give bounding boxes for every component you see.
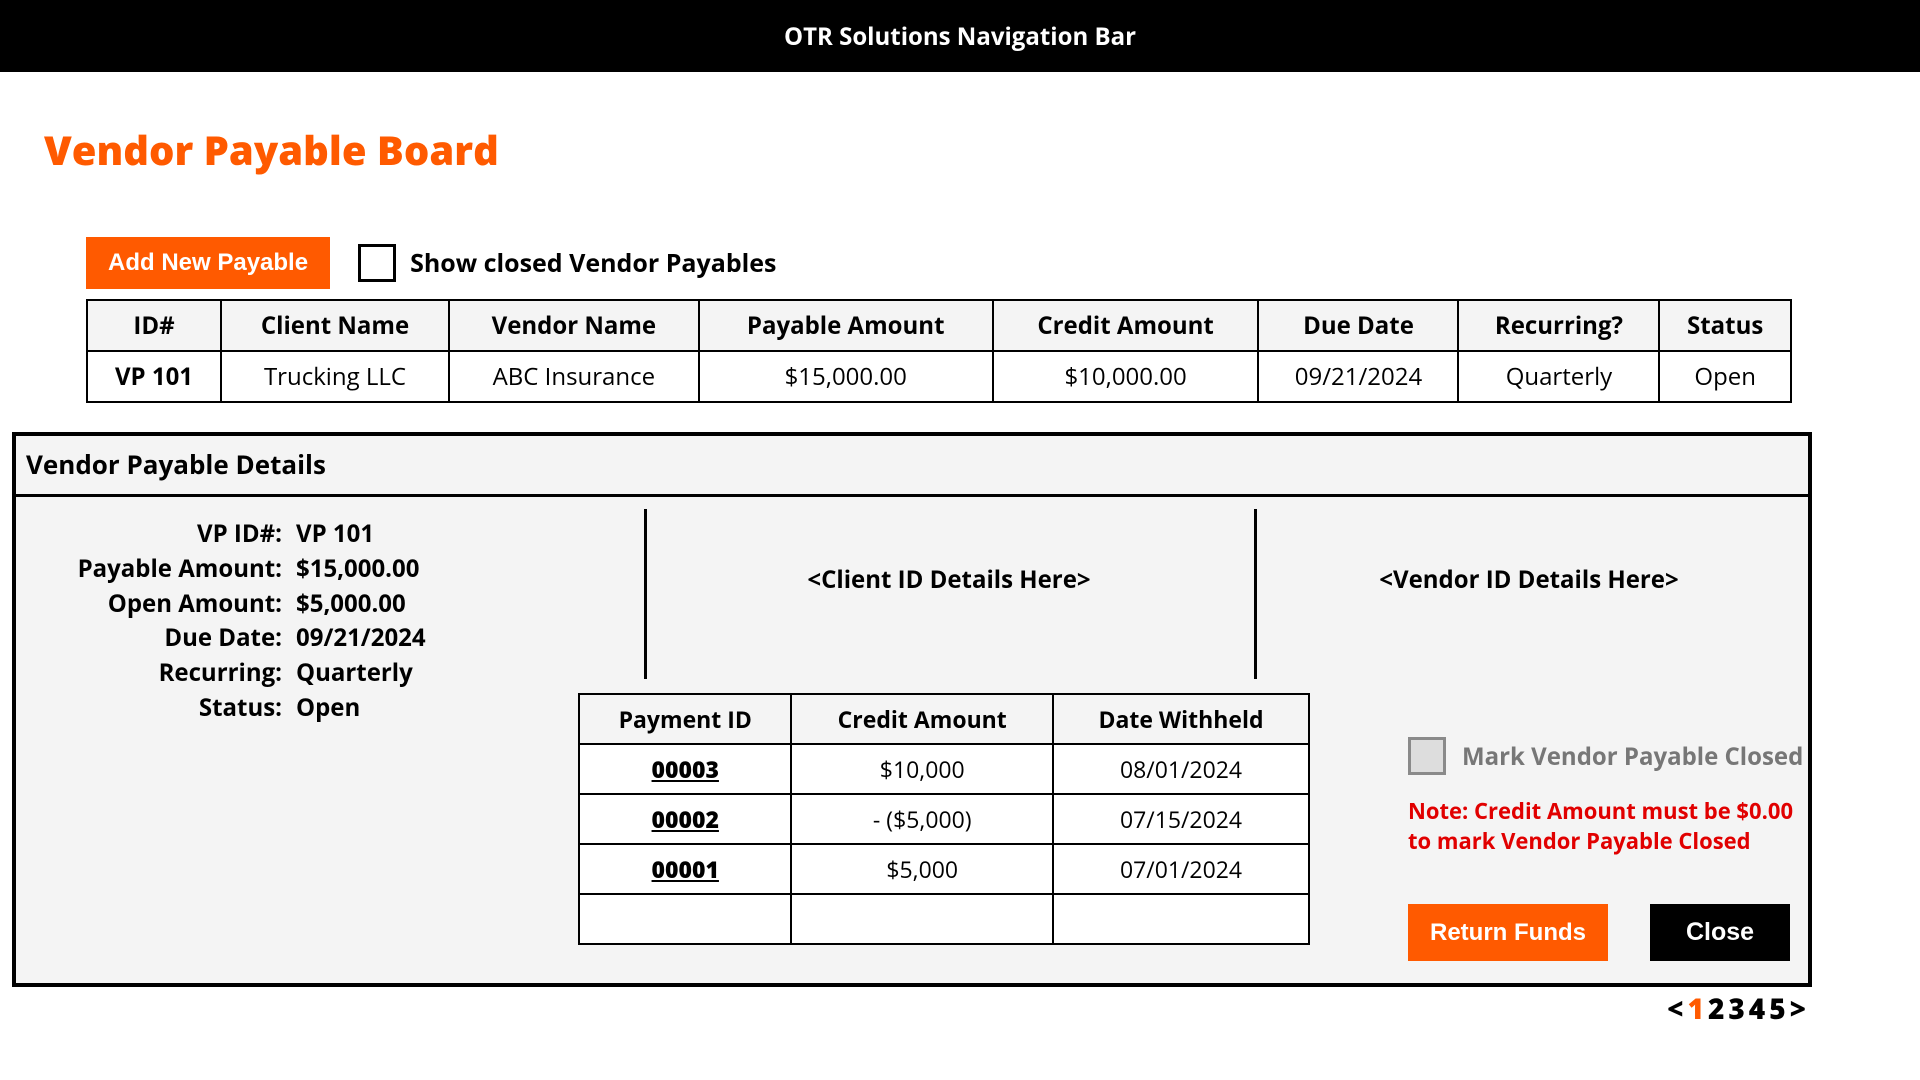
vendor-payable-details-panel: Vendor Payable Details VP ID#:VP 101 Pay… — [12, 432, 1812, 987]
col-id: ID# — [87, 300, 221, 351]
pager-page[interactable]: 3 — [1728, 990, 1748, 1028]
field-value: Open — [296, 691, 360, 726]
field-value: 09/21/2024 — [296, 621, 426, 656]
col-payable: Payable Amount — [699, 300, 993, 351]
payables-table: ID# Client Name Vendor Name Payable Amou… — [86, 299, 1792, 403]
cell-recur: Quarterly — [1458, 351, 1659, 402]
payment-id-link[interactable]: 00001 — [579, 844, 791, 894]
show-closed-label: Show closed Vendor Payables — [410, 246, 776, 280]
cell-date: 07/01/2024 — [1053, 844, 1309, 894]
payment-id-link[interactable]: 00003 — [579, 744, 791, 794]
cell-id[interactable]: VP 101 — [87, 351, 221, 402]
cell-credit: $10,000.00 — [993, 351, 1259, 402]
field-label: Open Amount: — [16, 587, 296, 622]
details-fields: VP ID#:VP 101 Payable Amount:$15,000.00 … — [16, 517, 586, 726]
table-row[interactable]: 00002 - ($5,000) 07/15/2024 — [579, 794, 1309, 844]
checkbox-disabled-icon — [1408, 737, 1446, 775]
vertical-divider-icon — [1254, 509, 1257, 679]
table-row[interactable]: VP 101 Trucking LLC ABC Insurance $15,00… — [87, 351, 1791, 402]
navbar-title: OTR Solutions Navigation Bar — [784, 20, 1136, 53]
col-client: Client Name — [221, 300, 449, 351]
client-id-details-placeholder: <Client ID Details Here> — [654, 563, 1244, 596]
payment-id-link[interactable]: 00002 — [579, 794, 791, 844]
payments-table: Payment ID Credit Amount Date Withheld 0… — [578, 693, 1310, 945]
details-title: Vendor Payable Details — [16, 436, 1808, 497]
cell-credit: $10,000 — [791, 744, 1053, 794]
vendor-id-details-placeholder: <Vendor ID Details Here> — [1264, 563, 1794, 596]
cell-status: Open — [1659, 351, 1791, 402]
pager-next-icon[interactable]: > — [1790, 990, 1810, 1028]
field-label: Payable Amount: — [16, 552, 296, 587]
field-label: VP ID#: — [16, 517, 296, 552]
mark-closed-checkbox-container: Mark Vendor Payable Closed — [1408, 737, 1808, 775]
pager-prev-icon[interactable]: < — [1667, 990, 1687, 1028]
cell-payable: $15,000.00 — [699, 351, 993, 402]
col-date-withheld: Date Withheld — [1053, 694, 1309, 744]
pager-page[interactable]: 5 — [1769, 990, 1789, 1028]
field-label: Status: — [16, 691, 296, 726]
mark-closed-label: Mark Vendor Payable Closed — [1462, 740, 1803, 773]
table-row[interactable]: 00001 $5,000 07/01/2024 — [579, 844, 1309, 894]
add-new-payable-button[interactable]: Add New Payable — [86, 237, 330, 289]
col-credit: Credit Amount — [993, 300, 1259, 351]
vertical-divider-icon — [644, 509, 647, 679]
col-credit-amt: Credit Amount — [791, 694, 1053, 744]
col-due: Due Date — [1258, 300, 1458, 351]
show-closed-checkbox-container[interactable]: Show closed Vendor Payables — [358, 244, 776, 282]
cell-credit: $5,000 — [791, 844, 1053, 894]
col-payment-id: Payment ID — [579, 694, 791, 744]
col-vendor: Vendor Name — [449, 300, 699, 351]
close-button[interactable]: Close — [1650, 904, 1790, 961]
cell-client: Trucking LLC — [221, 351, 449, 402]
field-label: Recurring: — [16, 656, 296, 691]
cell-credit: - ($5,000) — [791, 794, 1053, 844]
cell-date: 07/15/2024 — [1053, 794, 1309, 844]
col-status: Status — [1659, 300, 1791, 351]
table-row[interactable]: 00003 $10,000 08/01/2024 — [579, 744, 1309, 794]
field-value: $5,000.00 — [296, 587, 406, 622]
closed-requirement-note: Note: Credit Amount must be $0.00 to mar… — [1408, 797, 1808, 856]
checkbox-icon[interactable] — [358, 244, 396, 282]
cell-date: 08/01/2024 — [1053, 744, 1309, 794]
pager-page[interactable]: 1 — [1688, 990, 1708, 1028]
field-value: VP 101 — [296, 517, 374, 552]
top-navbar: OTR Solutions Navigation Bar — [0, 0, 1920, 72]
cell-vendor: ABC Insurance — [449, 351, 699, 402]
pager-page[interactable]: 2 — [1708, 990, 1728, 1028]
return-funds-button[interactable]: Return Funds — [1408, 904, 1608, 961]
cell-due: 09/21/2024 — [1258, 351, 1458, 402]
col-recur: Recurring? — [1458, 300, 1659, 351]
pagination: < 1 2 3 4 5 > — [1667, 990, 1810, 1028]
field-label: Due Date: — [16, 621, 296, 656]
pager-page[interactable]: 4 — [1749, 990, 1769, 1028]
page-title: Vendor Payable Board — [44, 122, 1876, 177]
field-value: Quarterly — [296, 656, 413, 691]
field-value: $15,000.00 — [296, 552, 419, 587]
table-row-empty — [579, 894, 1309, 944]
